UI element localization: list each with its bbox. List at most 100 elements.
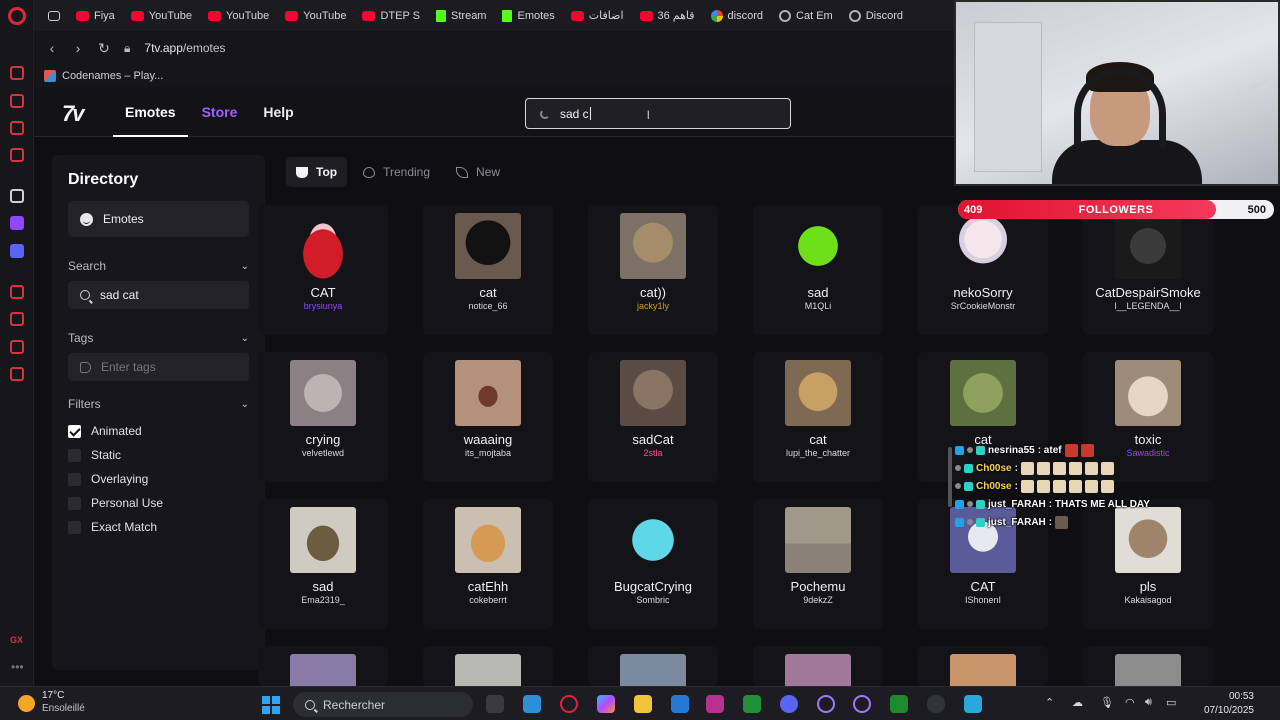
aria-icon[interactable] xyxy=(10,66,24,80)
checkbox[interactable] xyxy=(68,472,81,486)
bookmark-tab-icon[interactable] xyxy=(42,5,68,27)
settings-icon[interactable] xyxy=(10,367,24,381)
emote-author[interactable]: notice_66 xyxy=(423,301,553,311)
opera-icon[interactable] xyxy=(817,695,835,713)
twitch-icon[interactable] xyxy=(10,216,24,230)
emote-author[interactable]: Sombric xyxy=(588,595,718,605)
directory-search-input[interactable]: sad cat xyxy=(68,281,249,309)
news-icon[interactable] xyxy=(10,121,24,135)
emote-author[interactable]: velvetlewd xyxy=(258,448,388,458)
bookmark[interactable]: DTEP S xyxy=(356,5,428,27)
7tv-logo[interactable]: 7v xyxy=(62,101,85,127)
history-icon[interactable] xyxy=(10,312,24,326)
discord-icon[interactable] xyxy=(10,244,24,258)
task-view-icon[interactable] xyxy=(486,695,504,713)
emote-author[interactable]: SrCookieMonstr xyxy=(918,301,1048,311)
tab-top[interactable]: Top xyxy=(286,157,348,187)
emote-author[interactable]: l__LEGENDA__l xyxy=(1083,301,1213,311)
battery-icon[interactable]: ▭ xyxy=(1166,696,1176,709)
video-icon[interactable] xyxy=(10,148,24,162)
microphone-icon[interactable]: 🎙︎ xyxy=(1100,696,1114,709)
emote-card[interactable] xyxy=(918,646,1048,686)
emote-card[interactable]: CatDespairSmoke l__LEGENDA__l xyxy=(1083,205,1213,335)
lock-icon[interactable]: 🔒︎ xyxy=(124,41,130,56)
opera-gx-icon[interactable] xyxy=(560,695,578,713)
file-explorer-icon[interactable] xyxy=(634,695,652,713)
taskbar-search[interactable]: Rechercher xyxy=(293,692,473,717)
emote-author[interactable]: brysiunya xyxy=(258,301,388,311)
search-section-header[interactable]: Search ⌄ xyxy=(68,259,249,273)
opera-logo-icon[interactable] xyxy=(8,7,26,25)
nav-help[interactable]: Help xyxy=(263,104,293,120)
filter-static[interactable]: Static xyxy=(68,443,249,467)
emote-card[interactable] xyxy=(588,646,718,686)
emote-card[interactable]: cat notice_66 xyxy=(423,205,553,335)
forward-icon[interactable]: › xyxy=(72,40,84,56)
emote-card[interactable]: sad M1QLi xyxy=(753,205,883,335)
checkbox-checked[interactable] xyxy=(68,424,81,438)
bookmark[interactable]: اضافات xyxy=(565,5,632,27)
reload-icon[interactable]: ↻ xyxy=(98,40,110,57)
emote-card[interactable]: sad Ema2319_ xyxy=(258,499,388,629)
checkbox[interactable] xyxy=(68,520,81,534)
emote-author[interactable]: Kakaisagod xyxy=(1083,595,1213,605)
emote-card[interactable] xyxy=(423,646,553,686)
emote-card[interactable]: sadCat 2stla xyxy=(588,352,718,482)
filter-animated[interactable]: Animated xyxy=(68,419,249,443)
emote-card[interactable]: catEhh cokeberrt xyxy=(423,499,553,629)
emote-card[interactable]: crying velvetlewd xyxy=(258,352,388,482)
system-clock[interactable]: 00:53 07/10/2025 xyxy=(1204,690,1254,718)
bookmark[interactable]: Discord xyxy=(843,5,911,27)
bookmark[interactable]: Cat Em xyxy=(773,5,841,27)
bookmark[interactable]: Emotes xyxy=(496,5,562,27)
emote-author[interactable]: its_mojtaba xyxy=(423,448,553,458)
filter-overlaying[interactable]: Overlaying xyxy=(68,467,249,491)
opera-icon[interactable] xyxy=(853,695,871,713)
copilot-icon[interactable] xyxy=(597,695,615,713)
checkbox[interactable] xyxy=(68,448,81,462)
url-field[interactable]: 7tv.app/emotes xyxy=(144,41,225,55)
instagram-icon[interactable] xyxy=(706,695,724,713)
network-cloud-icon[interactable]: ☁ xyxy=(1072,696,1083,709)
nav-emotes[interactable]: Emotes xyxy=(113,87,188,137)
emote-card[interactable] xyxy=(1083,646,1213,686)
chevron-up-icon[interactable]: ⌃ xyxy=(1045,696,1054,709)
emote-card[interactable] xyxy=(753,646,883,686)
store-icon[interactable] xyxy=(671,695,689,713)
bookmark[interactable]: YouTube xyxy=(125,5,200,27)
bookmark[interactable]: discord xyxy=(705,5,771,27)
bookmark[interactable]: Fiya xyxy=(70,5,123,27)
filters-section-header[interactable]: Filters ⌄ xyxy=(68,397,249,411)
emote-author[interactable]: lupi_the_chatter xyxy=(753,448,883,458)
bookmark[interactable]: YouTube xyxy=(279,5,354,27)
emote-card[interactable]: CAT brysiunya xyxy=(258,205,388,335)
directory-item-emotes[interactable]: Emotes xyxy=(68,201,249,237)
player-icon[interactable] xyxy=(10,285,24,299)
tags-section-header[interactable]: Tags ⌄ xyxy=(68,331,249,345)
emote-author[interactable]: IShonenI xyxy=(918,595,1048,605)
tab-new[interactable]: New xyxy=(446,157,510,187)
xbox-icon[interactable] xyxy=(743,695,761,713)
emote-card[interactable]: waaaing its_mojtaba xyxy=(423,352,553,482)
discord-icon[interactable] xyxy=(780,695,798,713)
emote-author[interactable]: M1QLi xyxy=(753,301,883,311)
emote-card[interactable]: cat lupi_the_chatter xyxy=(753,352,883,482)
tab-trending[interactable]: Trending xyxy=(353,157,440,187)
more-icon[interactable]: ••• xyxy=(11,660,24,674)
emote-card[interactable]: BugcatCrying Sombric xyxy=(588,499,718,629)
emote-author[interactable]: 9dekzZ xyxy=(753,595,883,605)
obs-icon[interactable] xyxy=(927,695,945,713)
emote-author[interactable]: cokeberrt xyxy=(423,595,553,605)
photos-icon[interactable] xyxy=(964,695,982,713)
back-icon[interactable]: ‹ xyxy=(46,40,58,56)
bookmark[interactable]: قاهم 36 xyxy=(634,5,703,27)
emote-card[interactable]: cat)) jacky1ly xyxy=(588,205,718,335)
extensions-icon[interactable] xyxy=(10,340,24,354)
pin-icon[interactable] xyxy=(10,189,24,203)
windows-start-icon[interactable] xyxy=(262,696,280,714)
scrollbar[interactable] xyxy=(948,447,952,507)
sun-icon[interactable] xyxy=(18,695,35,712)
bookmark[interactable]: Stream xyxy=(430,5,494,27)
emote-card[interactable]: nekoSorry SrCookieMonstr xyxy=(918,205,1048,335)
bookmark[interactable]: YouTube xyxy=(202,5,277,27)
